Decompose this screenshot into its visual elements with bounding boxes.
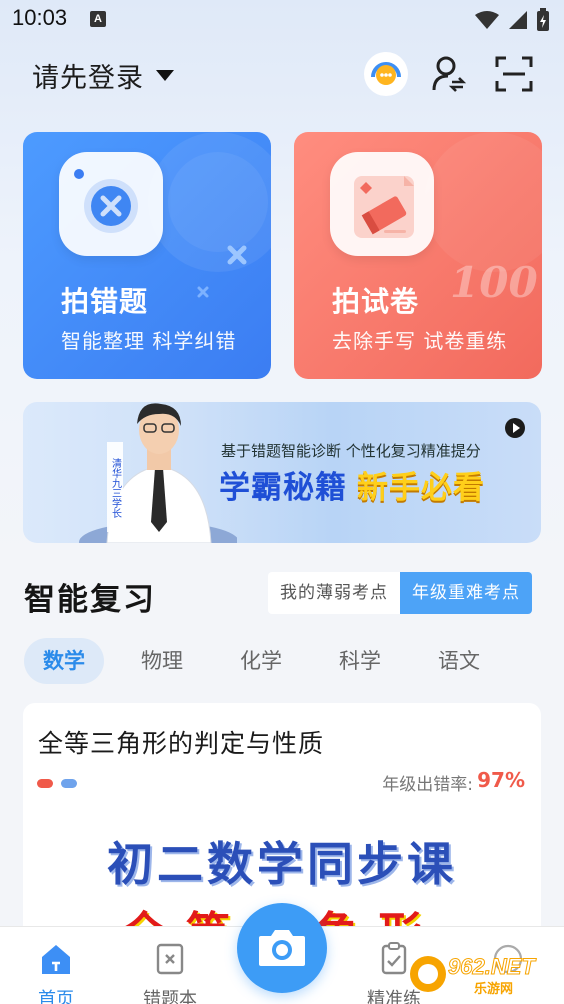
- user-switch-icon: [432, 56, 466, 92]
- banner-subtitle: 基于错题智能诊断 个性化复习精准提分: [221, 442, 481, 460]
- svg-text:清华九三学长: 清华九三学长: [110, 457, 122, 518]
- topic-title: 全等三角形的判定与性质: [38, 729, 325, 758]
- camera-icon: [259, 930, 305, 966]
- scan-icon: [495, 56, 533, 92]
- subject-tab-chinese[interactable]: 语文: [419, 638, 499, 684]
- play-icon[interactable]: [505, 418, 525, 438]
- difficulty-dot: [37, 779, 53, 788]
- notification-icon: A: [90, 11, 106, 27]
- grade-difficult-tab[interactable]: 年级重难考点: [400, 572, 532, 614]
- card-subtitle: 去除手写 试卷重练: [332, 329, 508, 353]
- banner-headline: 学霸秘籍 新手必看: [219, 462, 485, 507]
- subject-tab-science[interactable]: 科学: [320, 638, 400, 684]
- watermark-brand: 962.NET: [448, 954, 536, 980]
- scan-button[interactable]: [492, 52, 536, 96]
- customer-service-icon: [371, 62, 401, 85]
- banner-highlight-text: 新手必看: [357, 470, 485, 506]
- wifi-icon: [475, 11, 499, 29]
- battery-icon: [537, 8, 549, 31]
- nav-mistakes[interactable]: 错题本: [130, 941, 210, 1004]
- exam-paper-icon: [330, 152, 434, 256]
- section-title: 智能复习: [24, 582, 156, 618]
- subject-tab-chemistry[interactable]: 化学: [221, 638, 301, 684]
- student-photo: 清华九三学长: [79, 403, 237, 543]
- signal-icon: [509, 11, 527, 29]
- subject-tabs: 数学 物理 化学 科学 语文: [24, 638, 500, 684]
- photo-mistake-card[interactable]: 拍错题 智能整理 科学纠错: [23, 132, 271, 379]
- switch-user-button[interactable]: [427, 52, 471, 96]
- caret-down-icon: [156, 70, 174, 81]
- photo-exam-card[interactable]: 100 拍试卷 去除手写 试卷重练: [294, 132, 542, 379]
- watermark-sub: 乐游网: [474, 982, 514, 997]
- banner-main-text: 学霸秘籍: [219, 470, 347, 506]
- error-rate-label: 年级出错率:: [382, 775, 473, 795]
- camera-button[interactable]: [237, 903, 327, 993]
- status-bar: 10:03 A: [0, 0, 564, 38]
- weak-points-tab[interactable]: 我的薄弱考点: [268, 572, 400, 614]
- watermark-logo-icon: [410, 956, 446, 992]
- nav-mistakes-label: 错题本: [143, 989, 197, 1004]
- camera-error-icon: [59, 152, 163, 256]
- nav-home-label: 首页: [38, 989, 74, 1004]
- nav-home[interactable]: 首页: [16, 941, 96, 1004]
- promo-banner[interactable]: 清华九三学长 基于错题智能诊断 个性化复习精准提分 学霸秘籍 新手必看: [23, 402, 541, 543]
- watermark: 962.NET 乐游网: [406, 952, 556, 998]
- mistake-book-icon: [156, 943, 184, 975]
- login-dropdown[interactable]: 请先登录: [32, 56, 174, 95]
- header: 请先登录: [0, 48, 564, 104]
- subject-tab-physics[interactable]: 物理: [122, 638, 202, 684]
- card-subtitle: 智能整理 科学纠错: [61, 329, 237, 353]
- status-time: 10:03: [12, 5, 68, 30]
- subject-tab-math[interactable]: 数学: [24, 638, 104, 684]
- card-title: 拍错题: [61, 285, 149, 318]
- customer-service-button[interactable]: [364, 52, 408, 96]
- home-icon: [42, 945, 70, 974]
- course-title: 初二数学同步课: [107, 837, 457, 891]
- error-rate-value: 97%: [477, 768, 525, 792]
- score-100-decoration: 100: [450, 258, 538, 307]
- card-title: 拍试卷: [332, 285, 420, 318]
- status-icons: [474, 8, 550, 32]
- review-toggle: 我的薄弱考点 年级重难考点: [268, 572, 532, 614]
- difficulty-dot: [61, 779, 77, 788]
- login-text: 请先登录: [32, 63, 144, 94]
